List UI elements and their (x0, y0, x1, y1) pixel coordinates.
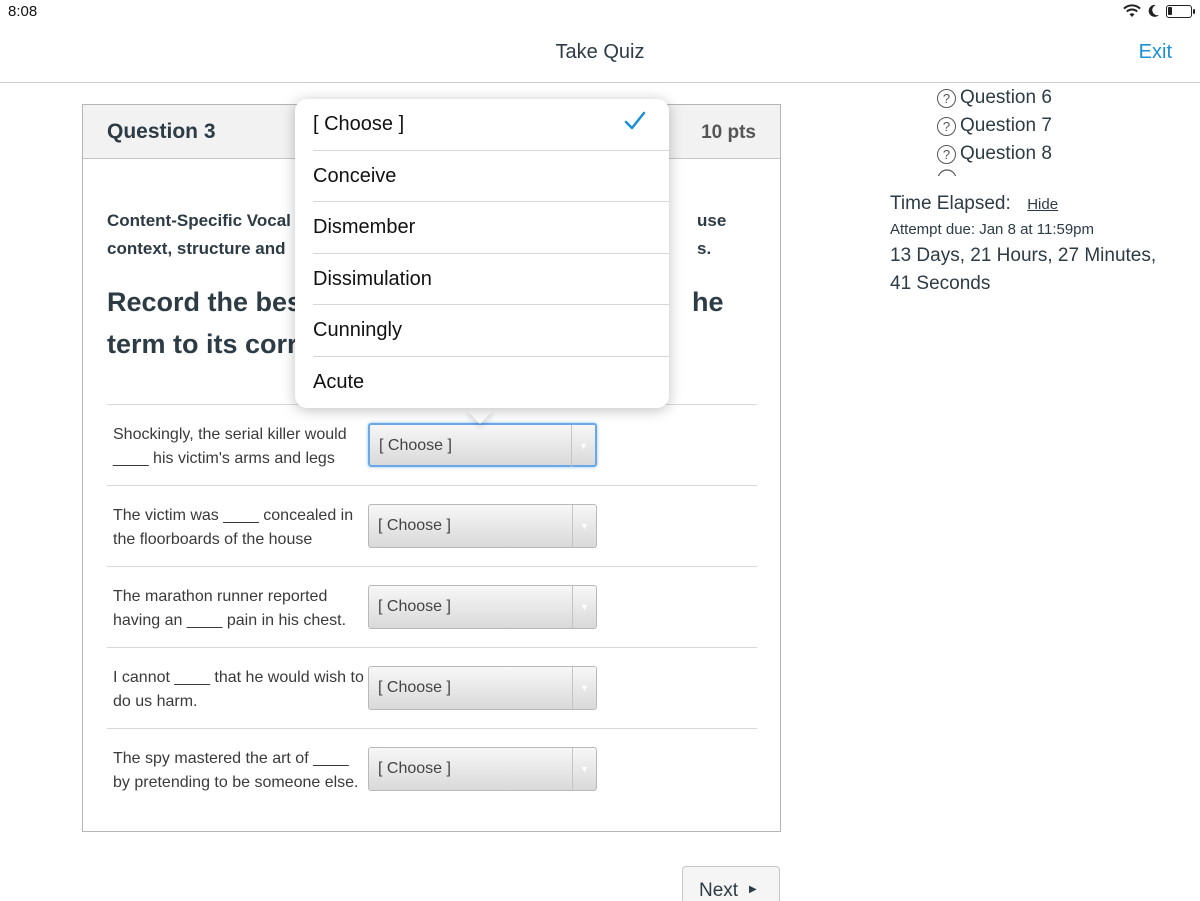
match-row: The marathon runner reported having an _… (107, 566, 757, 647)
nav-bar: Take Quiz Exit (0, 24, 1200, 83)
time-elapsed-value: 13 Days, 21 Hours, 27 Minutes, 41 Second… (890, 245, 1157, 294)
match-prompt: The marathon runner reported having an _… (113, 588, 347, 629)
answer-select[interactable]: [ Choose ] ▼ (368, 747, 597, 791)
next-label: Next (699, 880, 739, 901)
time-elapsed-panel: Time Elapsed: Hide Attempt due: Jan 8 at… (890, 193, 1190, 298)
question-mark-icon: ? (937, 116, 956, 136)
status-bar: 8:08 (0, 0, 1200, 24)
question-nav-item[interactable]: ? Question 7 (937, 112, 1187, 140)
question-nav-label: Question 6 (960, 87, 1052, 108)
question-mark-icon: ? (937, 88, 956, 108)
match-prompt: The spy mastered the art of ____ by pret… (113, 750, 359, 791)
question-nav-item[interactable]: ? Question 8 (937, 140, 1187, 168)
select-value: [ Choose ] (378, 760, 451, 777)
hide-timer-link[interactable]: Hide (1027, 196, 1058, 213)
chevron-down-icon: ▼ (572, 586, 596, 628)
match-row: The spy mastered the art of ____ by pret… (107, 728, 757, 809)
attempt-due: Attempt due: Jan 8 at 11:59pm (890, 221, 1095, 238)
option-label: [ Choose ] (313, 113, 405, 135)
chevron-down-icon: ▼ (572, 667, 596, 709)
dropdown-option[interactable]: Dissimulation (313, 254, 669, 305)
instructions-line-end: s. (697, 239, 712, 258)
dropdown-option[interactable]: [ Choose ] (313, 99, 669, 151)
option-label: Cunningly (313, 319, 402, 341)
answer-select[interactable]: [ Choose ] ▼ (368, 504, 597, 548)
caret-right-icon: ▶ (749, 884, 757, 895)
match-row: I cannot ____ that he would wish to do u… (107, 647, 757, 728)
question-nav-label: Question 8 (960, 143, 1052, 164)
dropdown-option[interactable]: Dismember (313, 202, 669, 254)
wifi-icon (1123, 4, 1141, 17)
match-prompt: Shockingly, the serial killer would ____… (113, 426, 347, 467)
dropdown-option[interactable]: Cunningly (313, 305, 669, 357)
question-title: Question 3 (107, 120, 216, 143)
checkmark-icon (624, 111, 646, 130)
chevron-down-icon: ▼ (572, 748, 596, 790)
dropdown-option[interactable]: Conceive (313, 151, 669, 202)
question-nav-item[interactable]: ? Question 6 (937, 84, 1187, 112)
question-nav-overflow (937, 168, 1067, 176)
option-label: Dissimulation (313, 267, 432, 290)
exit-button[interactable]: Exit (1139, 41, 1172, 64)
question-points: 10 pts (701, 122, 756, 143)
answer-dropdown-popover: [ Choose ] Conceive Dismember Dissimulat… (295, 99, 669, 408)
option-label: Acute (313, 370, 365, 393)
select-value: [ Choose ] (379, 437, 452, 454)
answer-select[interactable]: [ Choose ] ▼ (368, 423, 597, 467)
option-label: Conceive (313, 164, 397, 187)
match-row: Shockingly, the serial killer would ____… (107, 404, 757, 485)
question-mark-icon: ? (937, 144, 956, 164)
status-time: 8:08 (8, 3, 38, 20)
match-prompt: The victim was ____ concealed in the flo… (113, 507, 354, 548)
matching-rows: Shockingly, the serial killer would ____… (107, 404, 757, 809)
match-prompt: I cannot ____ that he would wish to do u… (113, 669, 364, 710)
moon-icon (1148, 4, 1159, 17)
select-value: [ Choose ] (378, 598, 451, 615)
next-button[interactable]: Next ▶ (682, 866, 780, 901)
match-row: The victim was ____ concealed in the flo… (107, 485, 757, 566)
question-mark-icon (937, 169, 957, 176)
record-line-end: he (692, 287, 724, 317)
chevron-down-icon: ▼ (572, 505, 596, 547)
answer-select[interactable]: [ Choose ] ▼ (368, 666, 597, 710)
time-elapsed-label: Time Elapsed: (890, 193, 1011, 214)
battery-icon (1166, 4, 1195, 18)
dropdown-option[interactable]: Acute (313, 357, 669, 409)
chevron-down-icon: ▼ (571, 425, 595, 467)
question-nav-label: Question 7 (960, 115, 1052, 136)
select-value: [ Choose ] (378, 679, 451, 696)
select-value: [ Choose ] (378, 517, 451, 534)
instructions-line-end: use (697, 211, 727, 230)
question-nav-list: ? Question 6 ? Question 7 ? Question 8 (937, 84, 1187, 168)
page-title: Take Quiz (555, 41, 645, 63)
option-label: Dismember (313, 216, 416, 238)
status-icons (1123, 4, 1195, 18)
answer-select[interactable]: [ Choose ] ▼ (368, 585, 597, 629)
